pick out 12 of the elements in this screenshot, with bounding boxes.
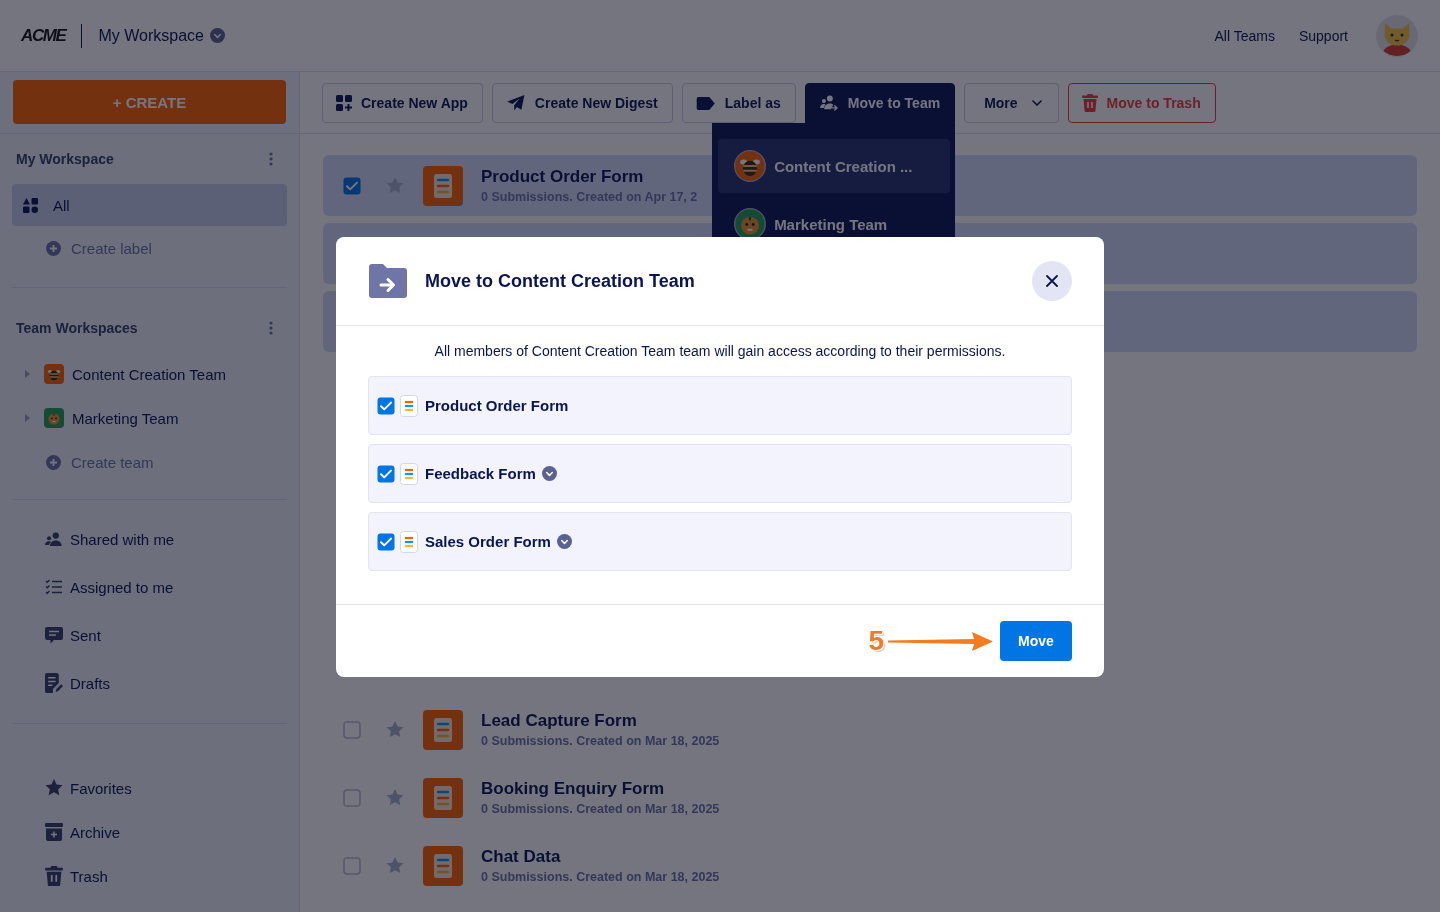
form-details: 0 Submissions. Created on Mar 18, 2025 xyxy=(481,800,720,817)
logo-text: ACME xyxy=(21,25,66,46)
section-title: My Workspace xyxy=(16,151,114,167)
dialog-title: Move to Content Creation Team xyxy=(425,270,695,292)
step-number: 5 xyxy=(868,625,884,657)
form-details: 0 Submissions. Created on Mar 18, 2025 xyxy=(481,732,720,749)
form-title: Product Order Form xyxy=(425,397,569,414)
form-title: Feedback Form xyxy=(425,465,536,482)
form-details: 0 Submissions. Created on Mar 18, 2025 xyxy=(481,868,720,885)
form-title: Sales Order Form xyxy=(425,533,551,550)
section-title: Team Workspaces xyxy=(16,320,138,336)
dialog-message: All members of Content Creation Team team will gain access according to their permissions. xyxy=(433,342,1007,360)
